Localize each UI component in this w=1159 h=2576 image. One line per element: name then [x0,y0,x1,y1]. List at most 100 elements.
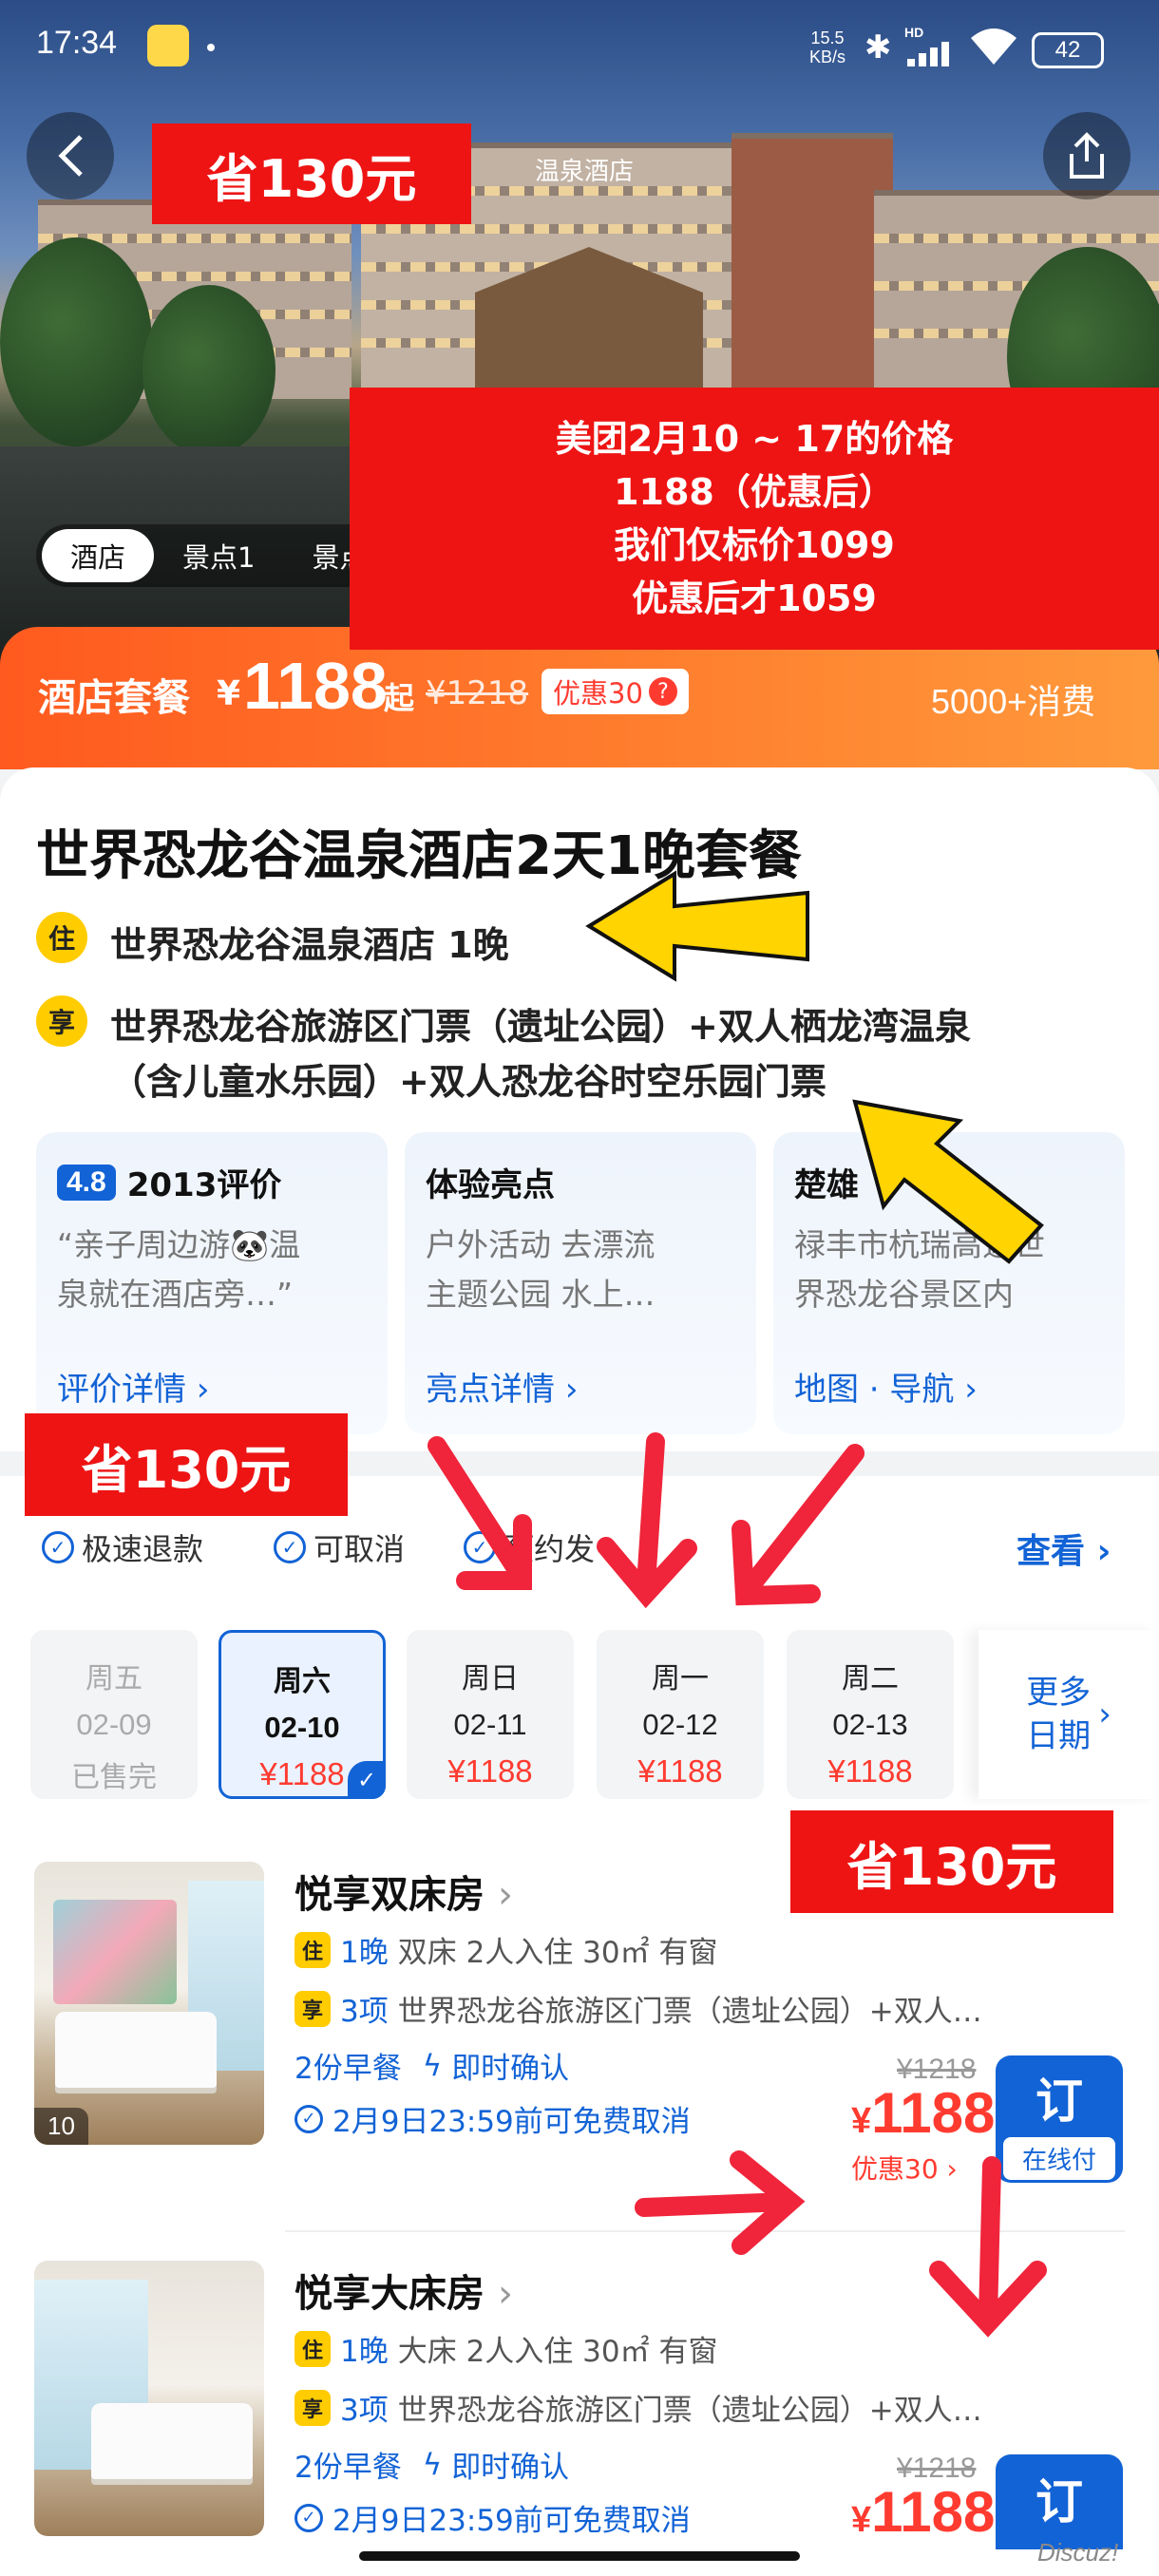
check-circle-icon: ✓ [294,2503,323,2532]
package-price-suffix: 起 [384,680,415,716]
stay-text: 世界恐龙谷温泉酒店 1晚 [110,924,509,966]
more-dates-button[interactable]: 更多 日期 › [978,1630,1159,1799]
date-cell-0213[interactable]: 周二 02-13 ¥1188 [787,1630,954,1799]
room-cancel-policy: ✓ 2月9日23:59前可免费取消 [294,2496,691,2539]
room-price: ¥1188 [851,2081,996,2145]
bluetooth-icon: ✱ [864,28,892,66]
wifi-icon [969,27,1018,74]
share-icon [1070,132,1104,179]
yellow-arrow-icon [585,870,809,982]
save-badge-top: 省130元 [152,123,471,224]
tab-scenic-1[interactable]: 景点1 [154,529,283,582]
room-price: ¥1188 [851,2480,996,2544]
hotel-sign: 温泉酒店 [534,158,634,186]
tree [142,285,276,456]
room-photo[interactable]: 10 [34,1862,264,2145]
reviews-title: 2013评价 [126,1166,282,1204]
stay-tag: 住 [294,2330,331,2367]
chevron-right-icon: › [1098,1695,1112,1733]
back-button[interactable] [27,112,114,199]
room-enjoy-line: 享 3项 世界恐龙谷旅游区门票（遗址公园）+双人… [294,1987,982,2030]
date-cell-0212[interactable]: 周一 02-12 ¥1188 [597,1630,764,1799]
reviews-detail-link[interactable]: 评价详情 › [57,1363,209,1410]
book-button[interactable]: 订 [996,2454,1123,2549]
chevron-right-icon: › [564,1371,579,1409]
check-circle-icon: ✓ [42,1531,74,1563]
yellow-arrow-icon [852,1099,1044,1264]
location-line-2: 界恐龙谷景区内 [794,1276,1014,1313]
reviews-card[interactable]: 4.8 2013评价 “亲子周边游🐼温 泉就在酒店旁…” 评价详情 › [36,1132,388,1434]
notification-dot-icon [207,44,215,51]
red-arrow-icon [635,2150,806,2255]
view-policies-link[interactable]: 查看 › [1016,1524,1111,1573]
app-notification-icon [147,25,189,66]
discount-text: 优惠30 [553,677,643,710]
policy-fast-refund: ✓ 极速退款 [42,1525,203,1569]
tab-hotel[interactable]: 酒店 [42,529,155,582]
network-speed: 15.5 KB/s [809,28,846,66]
home-indicator[interactable] [359,2551,800,2561]
highlights-line-1: 户外活动 去漂流 [426,1226,656,1263]
watermark: Discuz! [1037,2538,1119,2567]
package-label: 酒店套餐 [38,676,190,720]
date-selector: 周五 02-09 已售完 周六 02-10 ¥1188 ✓ 周日 02-11 ¥… [0,1596,1159,1805]
enjoy-tag: 享 [294,1990,331,2027]
policy-cancellable: ✓ 可取消 [274,1525,405,1569]
highlights-title: 体验亮点 [426,1166,555,1204]
hd-indicator: HD [904,25,924,40]
review-quote-line-2: 泉就在酒店旁…” [57,1276,294,1313]
room-name[interactable]: 悦享双床房 › [294,1864,513,1919]
room-photo[interactable] [34,2261,264,2536]
date-cell-0211[interactable]: 周日 02-11 ¥1188 [407,1630,574,1799]
enjoy-line-1: 世界恐龙谷旅游区门票（遗址公园）+双人栖龙湾温泉 [110,1006,971,1048]
check-circle-icon: ✓ [294,2104,323,2133]
red-arrow-icon [428,1436,532,1590]
review-quote-line-1: “亲子周边游🐼温 [57,1226,301,1263]
chevron-right-icon: › [497,2272,513,2316]
red-arrow-icon [732,1444,864,1606]
package-price: 1188 [243,649,388,723]
save-badge-rooms: 省130元 [790,1810,1113,1913]
room-stay-line: 住 1晚 大床 2人入住 30㎡ 有窗 [294,2327,717,2370]
rating-badge: 4.8 [57,1164,116,1201]
map-navigation-link[interactable]: 地图 · 导航 › [794,1363,978,1410]
package-discount-badge[interactable]: 优惠30 ? [542,669,689,714]
chevron-right-icon: › [497,1873,513,1917]
date-cell-0210[interactable]: 周六 02-10 ¥1188 ✓ [218,1630,386,1799]
red-arrow-icon [597,1432,697,1609]
photo-count: 10 [34,2108,88,2145]
room-name[interactable]: 悦享大床房 › [294,2263,513,2318]
building-tower [732,133,893,399]
save-badge-middle: 省130元 [25,1413,348,1516]
help-icon: ? [648,677,677,706]
red-arrow-icon [929,2156,1047,2338]
highlights-card[interactable]: 体验亮点 户外活动 去漂流 主题公园 水上… 亮点详情 › [405,1132,756,1434]
chevron-right-icon: › [196,1371,210,1409]
lightning-icon: ϟ [422,2048,443,2083]
room-stay-line: 住 1晚 双床 2人入住 30㎡ 有窗 [294,1928,717,1971]
selected-check-icon: ✓ [348,1761,386,1799]
share-button[interactable] [1043,112,1130,199]
battery-indicator: 42 [1032,32,1104,68]
highlights-detail-link[interactable]: 亮点详情 › [426,1363,578,1410]
stay-tag: 住 [36,912,87,963]
enjoy-tag: 享 [294,2389,331,2426]
check-circle-icon: ✓ [274,1531,306,1563]
chevron-right-icon: › [1096,1532,1112,1571]
enjoy-tag: 享 [36,995,87,1047]
package-sales-count: 5000+消费 [931,682,1096,721]
package-original-price: ¥1218 [426,674,529,712]
package-currency: ¥ [217,674,241,713]
signal-icon [907,42,955,66]
tree [0,237,152,446]
chevron-left-icon [58,135,83,177]
price-note-overlay: 美团2月10 ~ 17的价格 1188（优惠后） 我们仅标价1099 优惠后才1… [350,388,1159,650]
room-cancel-policy: ✓ 2月9日23:59前可免费取消 [294,2097,691,2140]
date-cell-0209: 周五 02-09 已售完 [30,1630,198,1799]
highlights-line-2: 主题公园 水上… [426,1276,656,1313]
room-perks: 2份早餐 ϟ 即时确认 [294,2048,570,2087]
enjoy-line-2: （含儿童水乐园）+双人恐龙谷时空乐园门票 [110,1061,826,1103]
chevron-right-icon: › [964,1371,978,1409]
room-perks: 2份早餐 ϟ 即时确认 [294,2447,570,2486]
room-enjoy-line: 享 3项 世界恐龙谷旅游区门票（遗址公园）+双人… [294,2386,982,2429]
